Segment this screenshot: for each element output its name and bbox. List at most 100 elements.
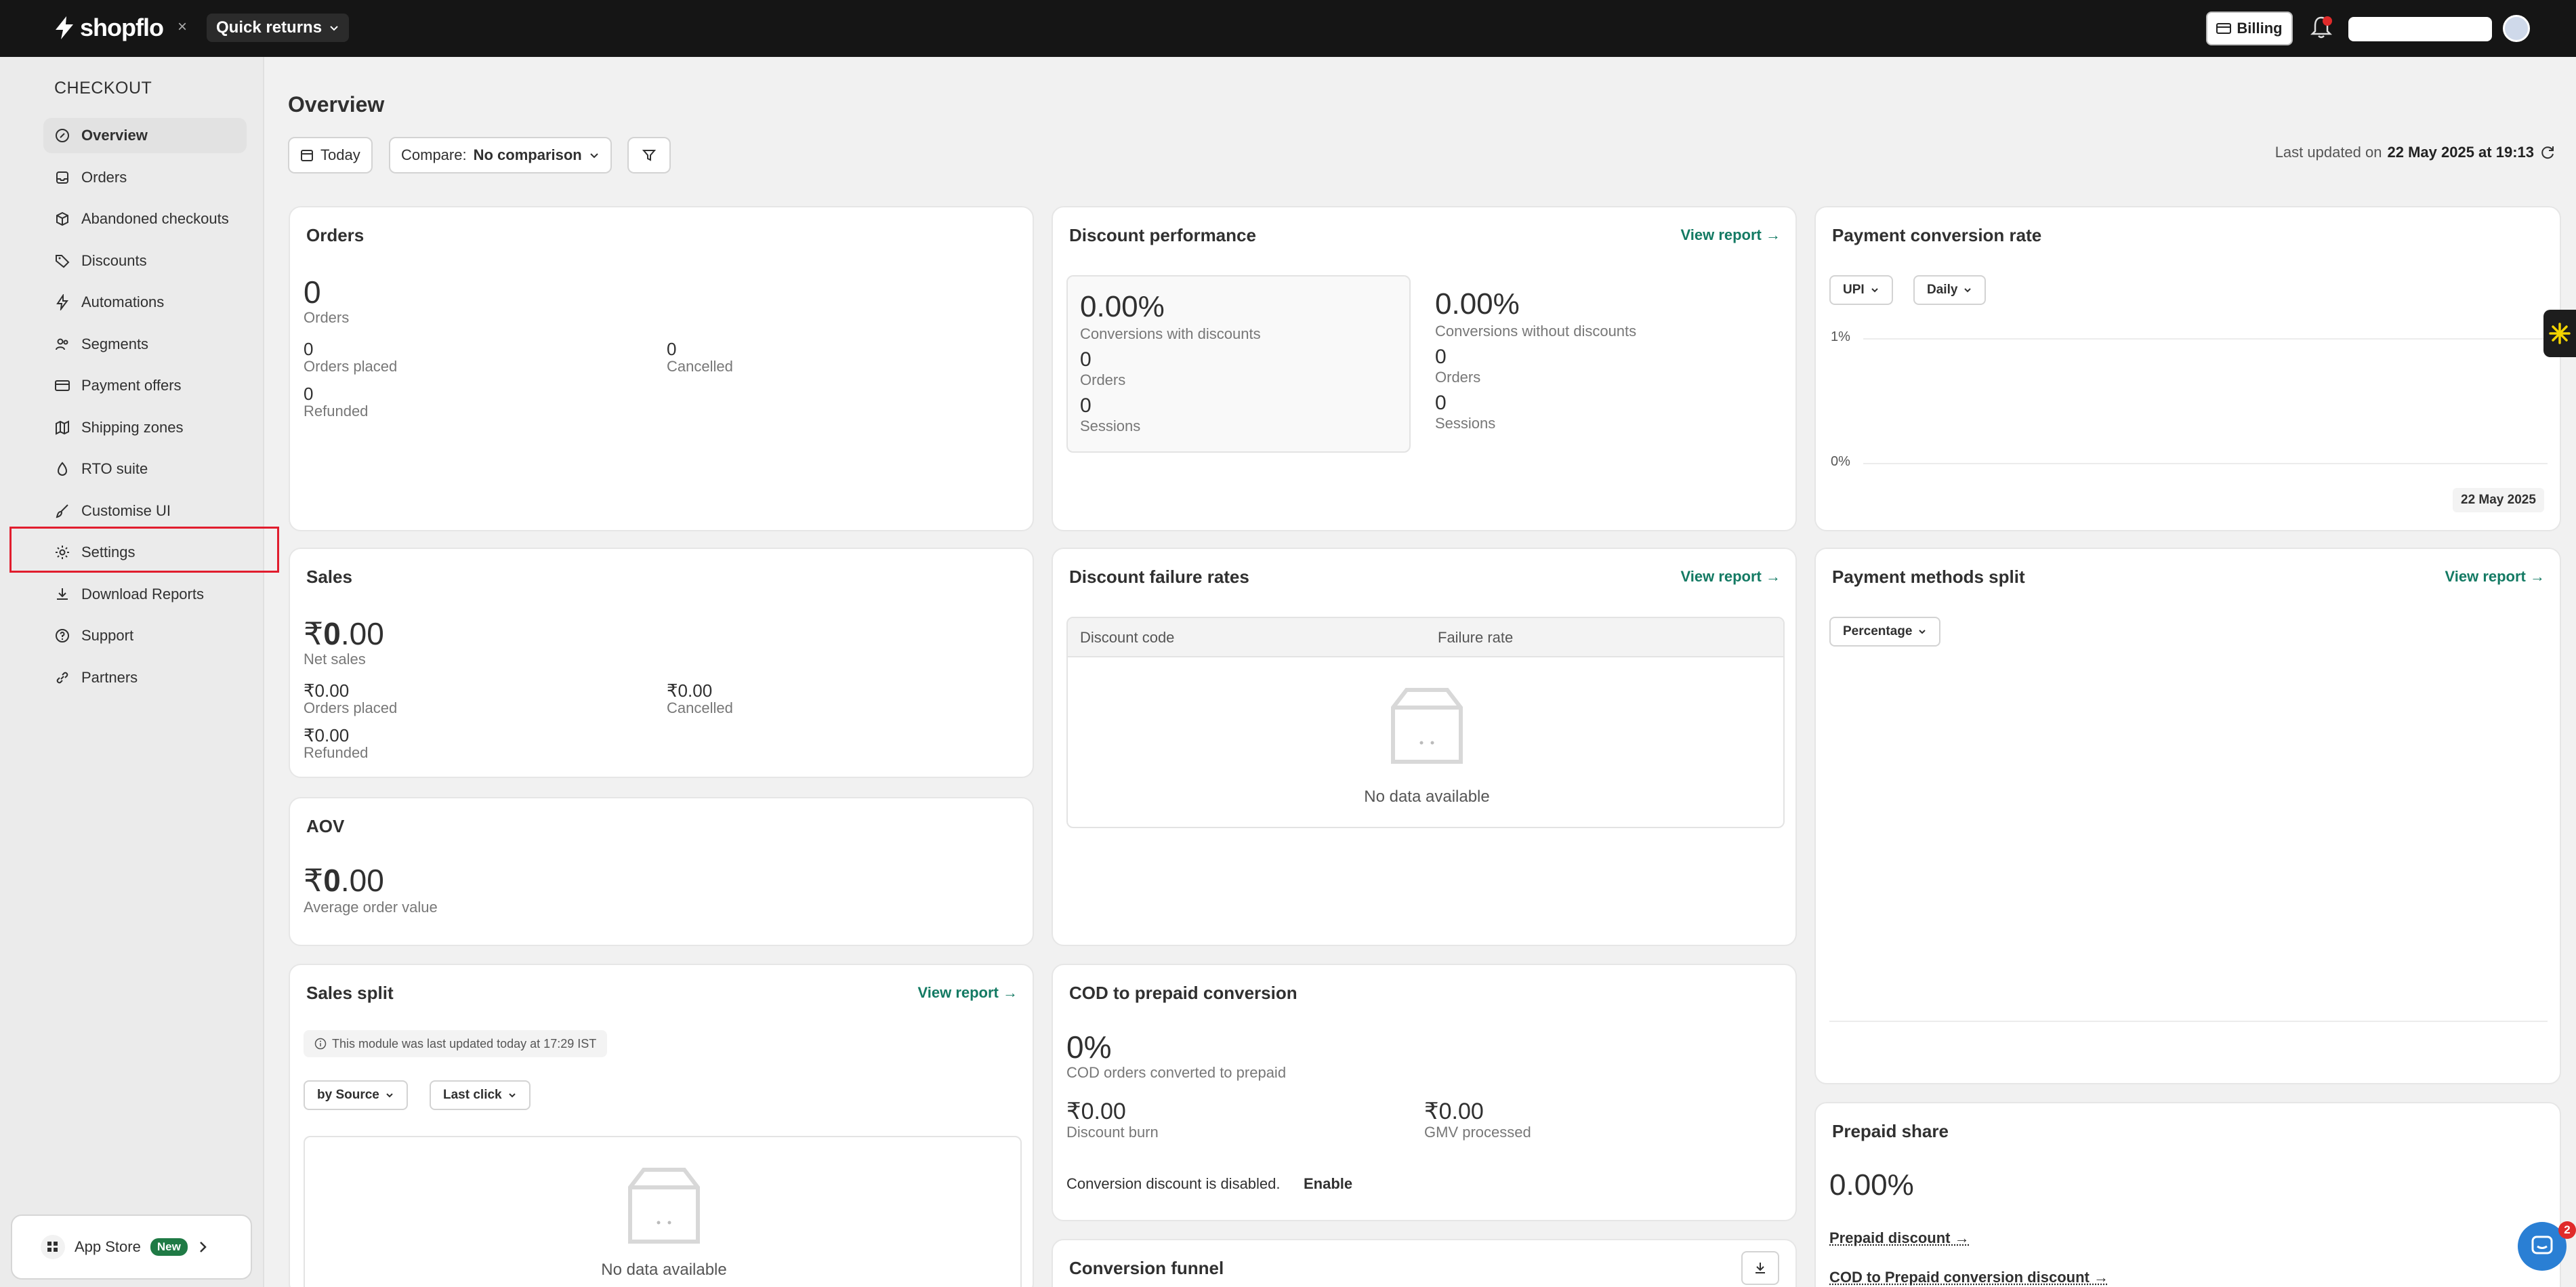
sidebar-item-label: Shipping zones (81, 419, 184, 436)
card-title: Payment methods split (1832, 567, 2025, 587)
billing-button[interactable]: Billing (2206, 12, 2293, 45)
payment-method-label: UPI (1843, 283, 1865, 297)
last-updated: Last updated on 22 May 2025 at 19:13 (2275, 144, 2556, 161)
update-note: This module was last updated today at 17… (304, 1030, 608, 1057)
gmv-processed-label: GMV processed (1424, 1124, 1531, 1141)
download-button[interactable] (1741, 1251, 1779, 1285)
avatar[interactable] (2503, 15, 2530, 42)
chat-icon (2531, 1235, 2553, 1254)
without-discounts-orders-label: Orders (1435, 369, 1481, 386)
empty-box-icon (1391, 688, 1463, 764)
sidebar-item-segments[interactable]: Segments (43, 327, 247, 362)
page-title: Overview (288, 92, 385, 117)
net-sales-label: Net sales (304, 651, 366, 668)
sidebar-item-discounts[interactable]: Discounts (43, 243, 247, 279)
chevron-right-icon (199, 1242, 207, 1252)
sidebar-item-abandoned-checkouts[interactable]: Abandoned checkouts (43, 201, 247, 237)
net-sales-decimal: .00 (340, 616, 384, 651)
chevron-down-icon (330, 26, 338, 31)
sidebar-item-label: RTO suite (81, 460, 148, 477)
chat-unread-badge: 2 (2558, 1221, 2576, 1239)
source-filter-dropdown[interactable]: by Source (304, 1080, 408, 1110)
chevron-down-icon (1871, 288, 1878, 293)
aov-label: Average order value (304, 899, 438, 916)
discount-tag-icon (56, 255, 70, 268)
empty-state-text: No data available (1364, 788, 1490, 806)
card-title: Prepaid share (1832, 1121, 1949, 1141)
sidebar-item-customise-ui[interactable]: Customise UI (43, 493, 247, 529)
sidebar-item-shipping-zones[interactable]: Shipping zones (43, 410, 247, 445)
with-discounts-orders-label: Orders (1080, 371, 1126, 388)
sidebar-item-support[interactable]: Support (43, 618, 247, 653)
sidebar-item-partners[interactable]: Partners (43, 660, 247, 695)
column-header-failure-rate: Failure rate (1438, 629, 1514, 646)
prepaid-discount-link[interactable]: Prepaid discount → (1829, 1229, 1970, 1247)
sidebar-item-rto-suite[interactable]: RTO suite (43, 451, 247, 487)
compare-value: No comparison (473, 146, 582, 163)
conversion-funnel-card: Conversion funnel (1052, 1239, 1797, 1287)
date-range-button[interactable]: Today (288, 137, 373, 173)
sidebar-item-label: Partners (81, 669, 138, 686)
empty-state-text: No data available (601, 1261, 727, 1279)
rto-icon (57, 462, 68, 476)
user-name-field[interactable] (2348, 17, 2492, 41)
with-discounts-panel: 0.00% Conversions with discounts 0 Order… (1066, 275, 1411, 453)
orders-card: Orders 0 Orders 0 Orders placed 0 Cancel… (289, 206, 1034, 531)
payment-conversion-card: Payment conversion rate UPI Daily 1% 0% … (1814, 206, 2561, 531)
sidebar-item-orders[interactable]: Orders (43, 160, 247, 195)
sidebar-item-label: Automations (81, 293, 165, 310)
chart-baseline (1829, 1021, 2548, 1022)
sidebar-heading: CHECKOUT (54, 79, 152, 98)
view-report-link[interactable]: View report → (917, 984, 1018, 1002)
sidebar-item-label: Payment offers (81, 377, 182, 394)
gmv-processed-value: ₹0.00 (1424, 1099, 1484, 1124)
side-widget-tab[interactable] (2543, 310, 2576, 357)
brush-icon (56, 504, 68, 518)
card-title: Sales split (306, 983, 394, 1003)
interval-dropdown[interactable]: Daily (1913, 275, 1987, 305)
shopflo-logo[interactable]: shopflo (54, 14, 164, 42)
currency-symbol: ₹ (667, 680, 678, 701)
view-report-link[interactable]: View report → (1680, 568, 1781, 586)
orders-refunded-value: 0 (304, 384, 314, 404)
update-note-text: This module was last updated today at 17… (332, 1036, 597, 1050)
sales-refunded-amount: 0.00 (314, 725, 350, 745)
payment-method-dropdown[interactable]: UPI (1829, 275, 1893, 305)
sidebar-item-label: Customise UI (81, 502, 171, 519)
help-icon (56, 629, 69, 642)
view-report-link[interactable]: View report → (1680, 226, 1781, 244)
filter-button[interactable] (627, 137, 671, 173)
discount-burn-label: Discount burn (1066, 1124, 1159, 1141)
empty-box-icon (628, 1168, 700, 1244)
orders-icon (56, 171, 68, 184)
sidebar-item-payment-offers[interactable]: Payment offers (43, 368, 247, 403)
gridline (1863, 338, 2548, 340)
conversion-discount-disabled-text: Conversion discount is disabled. (1066, 1175, 1281, 1192)
percentage-dropdown[interactable]: Percentage (1829, 617, 1941, 647)
orders-cancelled-value: 0 (667, 339, 677, 359)
store-name: Quick returns (216, 18, 323, 37)
brand-name: shopflo (80, 14, 164, 41)
cod-conversion-label: COD orders converted to prepaid (1066, 1064, 1287, 1081)
compare-prefix: Compare: (401, 146, 467, 163)
attribution-filter-dropdown[interactable]: Last click (430, 1080, 531, 1110)
chevron-down-icon (508, 1093, 516, 1098)
sidebar-item-label: Discounts (81, 252, 147, 269)
app-store-button[interactable]: App Store New (11, 1214, 252, 1280)
sidebar-item-overview[interactable]: Overview (43, 118, 247, 153)
notification-dot (2323, 16, 2332, 26)
prepaid-share-card: Prepaid share 0.00% Prepaid discount → C… (1814, 1102, 2561, 1287)
cod-to-prepaid-discount-link[interactable]: COD to Prepaid conversion discount → (1829, 1269, 2108, 1286)
with-discounts-orders: 0 (1080, 348, 1092, 371)
refresh-icon[interactable] (2539, 144, 2556, 161)
sidebar-item-automations[interactable]: Automations (43, 285, 247, 320)
sales-cancelled-label: Cancelled (667, 699, 733, 716)
view-report-link[interactable]: View report → (2445, 568, 2545, 586)
discount-failure-card: Discount failure rates View report → Dis… (1052, 548, 1797, 946)
sidebar-item-download-reports[interactable]: Download Reports (43, 577, 247, 612)
close-icon: × (178, 18, 188, 36)
enable-link[interactable]: Enable (1304, 1175, 1352, 1193)
compare-dropdown[interactable]: Compare: No comparison (389, 137, 612, 173)
y-axis-bottom-label: 0% (1831, 454, 1850, 469)
store-switcher[interactable]: Quick returns (207, 14, 350, 42)
